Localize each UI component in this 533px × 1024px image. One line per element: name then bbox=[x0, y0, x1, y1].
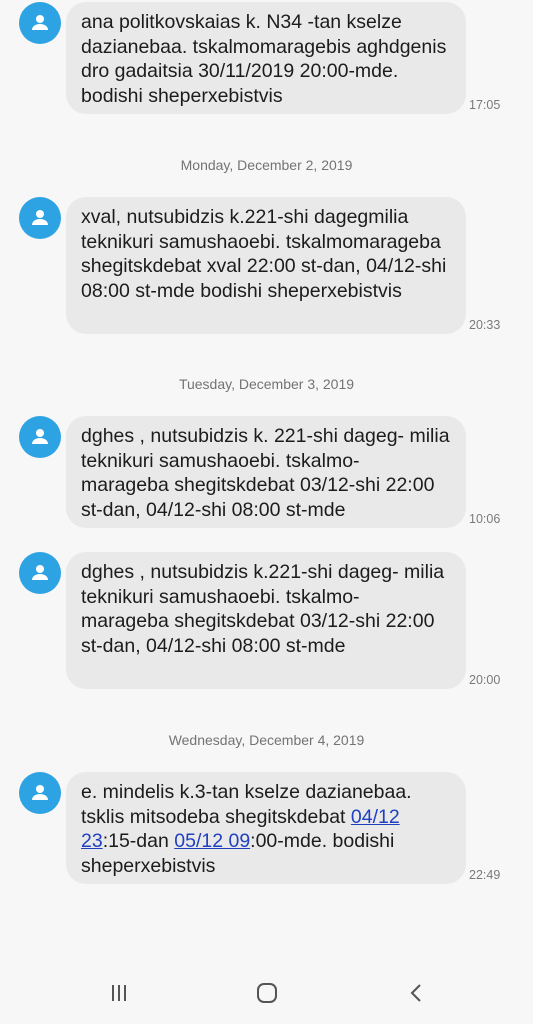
message-text: dghes , nutsubidzis k.221-shi dageg- mil… bbox=[81, 561, 445, 657]
contact-avatar[interactable] bbox=[19, 552, 61, 594]
contact-avatar[interactable] bbox=[19, 772, 61, 814]
navigation-bar bbox=[0, 960, 533, 1024]
person-icon bbox=[32, 565, 48, 580]
contact-avatar[interactable] bbox=[19, 2, 61, 44]
message-time: 22:49 bbox=[469, 868, 501, 882]
contact-avatar[interactable] bbox=[19, 197, 61, 239]
message-text: ana politkovskaias k. N34 -tan kselze da… bbox=[81, 11, 447, 107]
message-time: 20:00 bbox=[469, 673, 501, 687]
message-bubble[interactable]: ana politkovskaias k. N34 -tan kselze da… bbox=[66, 2, 466, 114]
message-text: dghes , nutsubidzis k. 221-shi dageg- mi… bbox=[81, 425, 450, 521]
home-button[interactable] bbox=[252, 980, 282, 1006]
contact-avatar[interactable] bbox=[19, 416, 61, 458]
message-bubble[interactable]: dghes , nutsubidzis k. 221-shi dageg- mi… bbox=[66, 416, 466, 528]
person-icon bbox=[32, 210, 48, 225]
message-bubble[interactable]: xval, nutsubidzis k.221-shi dagegmilia t… bbox=[66, 197, 466, 334]
message-time: 20:33 bbox=[469, 318, 501, 332]
message-text: xval, nutsubidzis k.221-shi dagegmilia t… bbox=[81, 206, 447, 302]
date-separator: Wednesday, December 4, 2019 bbox=[168, 732, 365, 748]
message-time: 10:06 bbox=[469, 512, 501, 526]
recent-apps-button[interactable] bbox=[104, 980, 134, 1006]
message-time: 17:05 bbox=[469, 98, 501, 112]
person-icon bbox=[32, 429, 48, 444]
back-button[interactable] bbox=[402, 980, 432, 1006]
person-icon bbox=[32, 785, 48, 800]
recent-apps-icon bbox=[112, 985, 126, 1001]
home-icon bbox=[257, 983, 277, 1003]
message-text: :15-dan bbox=[102, 830, 175, 852]
date-separator: Monday, December 2, 2019 bbox=[180, 157, 353, 173]
date-separator: Tuesday, December 3, 2019 bbox=[178, 376, 355, 392]
date-link[interactable]: 05/12 09 bbox=[174, 830, 250, 852]
message-bubble[interactable]: dghes , nutsubidzis k.221-shi dageg- mil… bbox=[66, 552, 466, 689]
message-bubble[interactable]: e. mindelis k.3-tan kselze dazianebaa. t… bbox=[66, 772, 466, 884]
back-icon bbox=[410, 984, 421, 1002]
person-icon bbox=[32, 15, 48, 30]
